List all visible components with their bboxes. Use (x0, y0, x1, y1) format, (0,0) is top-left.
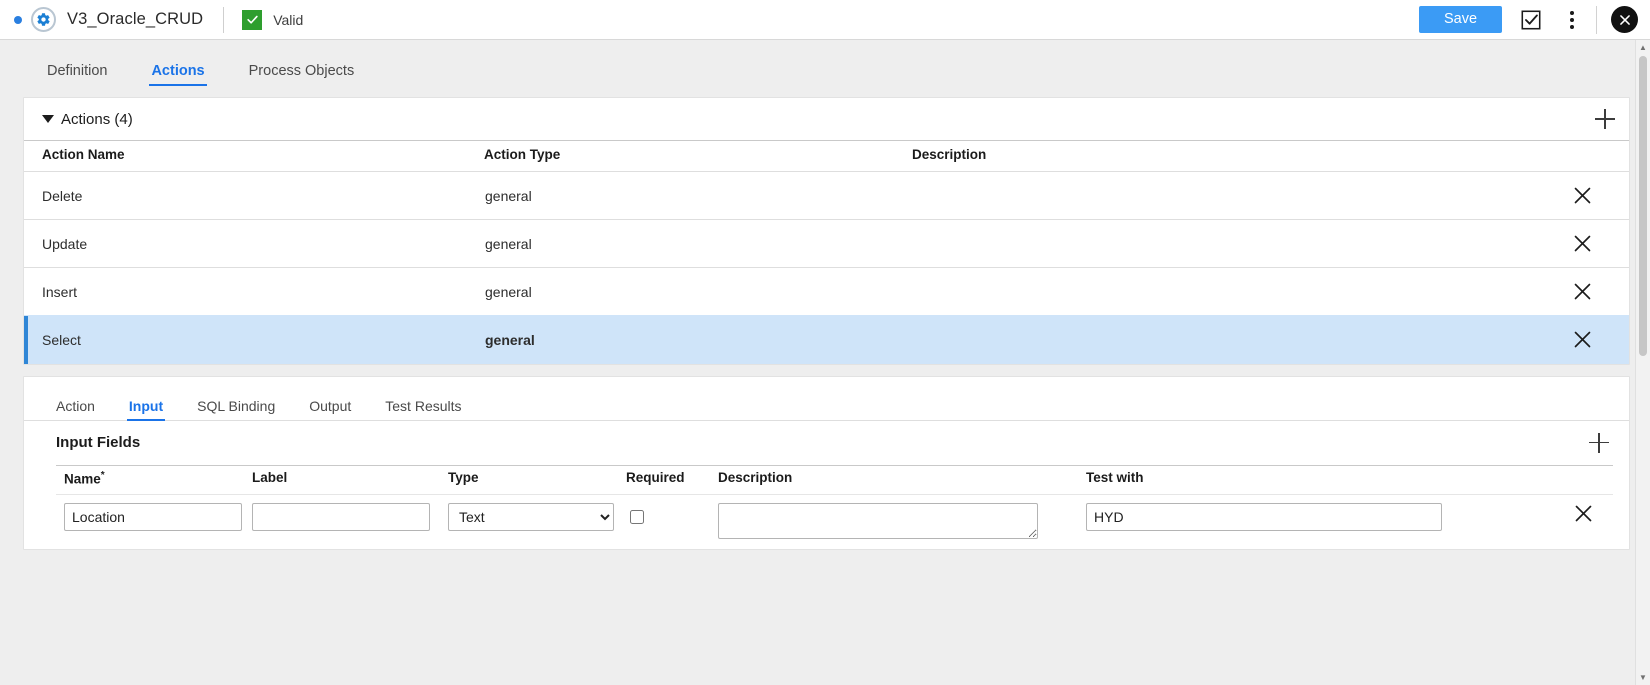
action-name-cell: Update (24, 219, 484, 268)
actions-panel: Actions (4) Action Name Action Type Desc… (23, 97, 1630, 365)
checkbox-check-icon[interactable] (1520, 9, 1542, 31)
delete-action-icon[interactable] (1572, 233, 1593, 254)
column-header-test-with: Test with (1086, 464, 1547, 495)
field-label-input[interactable] (252, 503, 430, 531)
action-name-cell: Delete (24, 171, 484, 220)
collapse-caret-icon[interactable] (42, 115, 54, 123)
action-description-cell (912, 267, 1559, 316)
input-fields-title: Input Fields (56, 434, 141, 451)
tab-input[interactable]: Input (126, 398, 166, 421)
kebab-menu-icon[interactable] (1562, 9, 1582, 31)
checkmark-icon (242, 9, 263, 30)
delete-action-cell (1559, 171, 1629, 220)
delete-action-cell (1559, 315, 1629, 364)
action-description-cell (912, 171, 1559, 220)
input-fields-header: Input Fields (24, 421, 1629, 465)
column-header-field-description: Description (718, 464, 1086, 495)
action-type-cell: general (484, 315, 912, 364)
actions-table-header-row: Action Name Action Type Description (24, 140, 1629, 172)
gear-icon (31, 7, 56, 32)
main-tab-bar: Definition Actions Process Objects (0, 40, 1650, 86)
field-required-checkbox[interactable] (630, 510, 644, 524)
title-divider (223, 6, 225, 33)
titlebar-actions: Save (1419, 5, 1638, 34)
description-cell (718, 494, 1086, 549)
action-type-cell: general (484, 219, 912, 268)
tab-actions[interactable]: Actions (149, 63, 207, 86)
type-cell: Text (448, 494, 626, 549)
delete-action-icon[interactable] (1572, 281, 1593, 302)
table-row[interactable]: Delete general (24, 171, 1629, 220)
label-cell (252, 494, 448, 549)
vertical-scrollbar[interactable]: ▲ ▼ (1635, 40, 1650, 685)
page-body: Definition Actions Process Objects Actio… (0, 40, 1650, 685)
close-icon[interactable] (1611, 6, 1638, 33)
detail-panel: Action Input SQL Binding Output Test Res… (23, 375, 1630, 550)
row-delete-cell (1547, 494, 1613, 549)
tab-test-results[interactable]: Test Results (385, 398, 461, 420)
title-bar: V3_Oracle_CRUD Valid Save (0, 0, 1650, 40)
status-dot-icon (14, 15, 22, 24)
column-header-actions (1559, 140, 1629, 172)
status-badge: Valid (242, 9, 304, 30)
column-header-name-text: Name (64, 471, 101, 486)
tab-action[interactable]: Action (56, 398, 95, 420)
detail-tab-bar: Action Input SQL Binding Output Test Res… (24, 377, 1629, 421)
actions-panel-header: Actions (4) (24, 98, 1629, 140)
column-header-type: Type (448, 464, 626, 495)
field-name-input[interactable] (64, 503, 242, 531)
app-title: V3_Oracle_CRUD (67, 10, 204, 28)
required-marker: * (100, 469, 105, 481)
field-test-with-input[interactable] (1086, 503, 1442, 531)
save-button[interactable]: Save (1419, 6, 1502, 33)
column-header-action-name: Action Name (24, 140, 484, 172)
column-header-row-actions (1547, 464, 1613, 495)
input-field-row: Text (56, 494, 1613, 549)
table-row[interactable]: Update general (24, 219, 1629, 268)
scroll-up-arrow-icon[interactable]: ▲ (1636, 40, 1650, 55)
actions-table: Action Name Action Type Description Dele… (24, 140, 1629, 364)
scroll-down-arrow-icon[interactable]: ▼ (1636, 670, 1650, 685)
actions-panel-title: Actions (4) (61, 110, 133, 128)
status-label: Valid (273, 11, 304, 28)
test-with-cell (1086, 494, 1547, 549)
action-name-cell: Select (24, 315, 484, 364)
delete-action-icon[interactable] (1572, 185, 1593, 206)
column-header-action-type: Action Type (484, 140, 912, 172)
input-fields-table: Name* Label Type Required Description Te… (56, 464, 1613, 549)
tab-process-objects[interactable]: Process Objects (249, 63, 355, 86)
tab-output[interactable]: Output (309, 398, 351, 420)
add-action-plus-icon[interactable] (1595, 109, 1615, 129)
column-header-name: Name* (56, 464, 252, 495)
delete-action-icon[interactable] (1572, 329, 1593, 350)
column-header-description: Description (912, 140, 1559, 172)
table-row-selected[interactable]: Select general (24, 315, 1629, 364)
action-description-cell (912, 315, 1559, 364)
column-header-required: Required (626, 464, 718, 495)
action-description-cell (912, 219, 1559, 268)
action-type-cell: general (484, 267, 912, 316)
scrollbar-thumb[interactable] (1639, 56, 1647, 356)
tab-definition[interactable]: Definition (47, 63, 107, 86)
action-name-cell: Insert (24, 267, 484, 316)
column-header-label: Label (252, 464, 448, 495)
name-cell (56, 494, 252, 549)
tab-sql-binding[interactable]: SQL Binding (197, 398, 275, 420)
input-fields-header-row: Name* Label Type Required Description Te… (56, 464, 1613, 495)
delete-input-field-icon[interactable] (1573, 505, 1594, 528)
add-input-field-plus-icon[interactable] (1589, 432, 1609, 453)
delete-action-cell (1559, 219, 1629, 268)
action-type-cell: general (484, 171, 912, 220)
panel-divider (0, 364, 1650, 376)
delete-action-cell (1559, 267, 1629, 316)
titlebar-divider-2 (1596, 5, 1597, 34)
field-description-textarea[interactable] (718, 503, 1038, 539)
table-row[interactable]: Insert general (24, 267, 1629, 316)
required-cell (626, 494, 718, 549)
field-type-select[interactable]: Text (448, 503, 614, 531)
